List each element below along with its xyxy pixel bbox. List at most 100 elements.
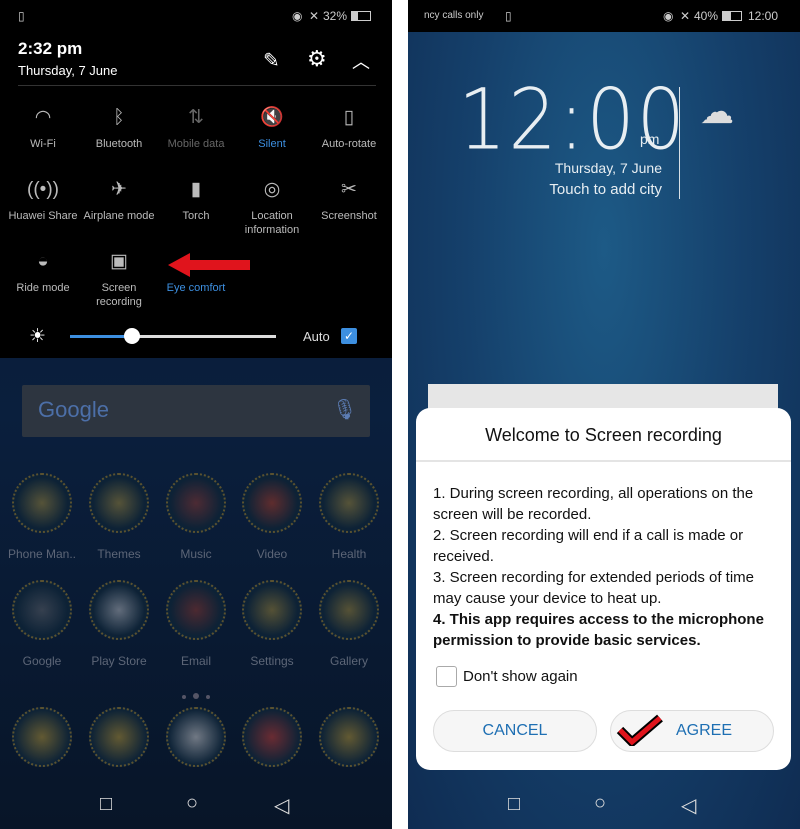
- screenshot-icon: ✂: [341, 179, 357, 200]
- dont-show-checkbox[interactable]: [436, 666, 457, 687]
- page-dot[interactable]: [206, 695, 210, 699]
- app-icon-image: [89, 473, 149, 533]
- app-label: Email: [180, 654, 211, 668]
- tile-bluetooth[interactable]: ᛒ Bluetooth: [81, 105, 157, 151]
- tile-label: Bluetooth: [95, 138, 143, 150]
- home-button[interactable]: ○: [186, 792, 198, 815]
- mute-icon: ✕: [680, 9, 691, 23]
- left-phone-screen: ▯ ◉ ✕ 32% 2:32 pm Thursday, 7 June ✎ ⚙ ︿…: [0, 0, 392, 829]
- red-arrow-annotation: [168, 253, 250, 277]
- dock-phone[interactable]: [4, 707, 80, 767]
- status-time: 12:00: [748, 9, 779, 23]
- airplane-icon: ✈: [111, 179, 127, 200]
- mic-icon[interactable]: 🎙: [332, 397, 357, 422]
- divider: [18, 85, 376, 86]
- bluetooth-icon: ᛒ: [113, 107, 125, 128]
- tile-ride-mode[interactable]: ◒ Ride mode: [5, 249, 81, 295]
- battery-icon: [351, 11, 371, 21]
- app-icon-gallery[interactable]: Gallery: [311, 580, 387, 668]
- recents-button[interactable]: □: [100, 793, 112, 816]
- chevron-up-icon[interactable]: ︿: [352, 48, 370, 74]
- tile-label: Ride mode: [16, 282, 70, 294]
- dock-icon-image: [89, 707, 149, 767]
- app-icon-email[interactable]: Email: [158, 580, 234, 668]
- back-button[interactable]: ◁: [274, 793, 289, 818]
- tile-label: Screen recording: [96, 282, 142, 308]
- page-dot[interactable]: [182, 695, 186, 699]
- dock-icon-image: [166, 707, 226, 767]
- app-label: Phone Man..: [7, 547, 77, 561]
- red-check-annotation: [616, 714, 663, 746]
- dialog-bold-line: 4. This app requires access to the micro…: [433, 611, 764, 649]
- tile-label: Silent: [258, 138, 286, 150]
- recents-button[interactable]: □: [508, 793, 520, 816]
- dock-icon-image: [242, 707, 302, 767]
- time: 2:32 pm: [18, 39, 83, 58]
- tile-screen-recording[interactable]: ▣ Screen recording: [81, 249, 157, 309]
- add-city-link[interactable]: Touch to add city: [549, 181, 662, 198]
- dock-camera[interactable]: [311, 707, 387, 767]
- back-button[interactable]: ◁: [681, 793, 696, 818]
- battery-percent: 40%: [694, 9, 719, 23]
- app-icon-themes[interactable]: Themes: [81, 473, 157, 561]
- tile-label: Airplane mode: [83, 210, 155, 222]
- lock-clock: 12:00: [458, 70, 688, 169]
- carrier-text: ncy calls only: [424, 10, 484, 21]
- lock-date: Thursday, 7 June: [554, 160, 662, 176]
- dock-messages[interactable]: [81, 707, 157, 767]
- home-button[interactable]: ○: [594, 792, 606, 815]
- tile-mobile-data[interactable]: ⇅ Mobile data: [158, 105, 234, 151]
- dock-app-drawer[interactable]: [158, 707, 234, 767]
- app-icon-music[interactable]: Music: [158, 473, 234, 561]
- cancel-button[interactable]: CANCEL: [433, 710, 597, 752]
- auto-brightness-checkbox[interactable]: ✓: [341, 328, 357, 344]
- tile-wi-fi[interactable]: ◠ Wi-Fi: [5, 105, 81, 151]
- sim-alert-icon: ▯: [18, 9, 25, 23]
- auto-rotate-icon: ▯: [343, 107, 355, 128]
- app-label: Health: [331, 547, 367, 561]
- tile-airplane-mode[interactable]: ✈ Airplane mode: [81, 177, 157, 223]
- app-icon-play-store[interactable]: Play Store: [81, 580, 157, 668]
- partly-cloudy-icon[interactable]: ☁: [700, 92, 734, 132]
- app-label: Video: [256, 547, 288, 561]
- dock-chrome[interactable]: [234, 707, 310, 767]
- app-icon-phone-man-[interactable]: Phone Man..: [4, 473, 80, 561]
- dock-icon-image: [319, 707, 379, 767]
- silent-icon: 🔇: [260, 107, 284, 128]
- tile-label: Screenshot: [321, 210, 377, 222]
- tile-screenshot[interactable]: ✂ Screenshot: [311, 177, 387, 223]
- eye-icon: ◉: [663, 9, 674, 23]
- tile-label: Mobile data: [167, 138, 225, 150]
- app-icon-image: [242, 580, 302, 640]
- gear-icon[interactable]: ⚙: [307, 46, 327, 72]
- app-icon-image: [319, 473, 379, 533]
- app-icon-image: [166, 580, 226, 640]
- page-dot[interactable]: [193, 693, 199, 699]
- huawei-share-icon: ((•)): [27, 179, 59, 200]
- app-label: Settings: [250, 654, 294, 668]
- google-search-bar[interactable]: Google 🎙: [22, 385, 370, 437]
- app-icon-video[interactable]: Video: [234, 473, 310, 561]
- tile-huawei-share[interactable]: ((•)) Huawei Share: [5, 177, 81, 223]
- battery-percent: 32%: [323, 9, 348, 23]
- dialog-line: 1. During screen recording, all operatio…: [433, 485, 754, 523]
- tile-silent[interactable]: 🔇 Silent: [234, 105, 310, 151]
- edit-icon[interactable]: ✎: [263, 48, 280, 73]
- app-icon-image: [166, 473, 226, 533]
- tile-torch[interactable]: ▮ Torch: [158, 177, 234, 223]
- tile-label: Location information: [244, 210, 300, 236]
- status-bar: ncy calls only ▯ ◉ ✕ 40% 12:00: [408, 0, 800, 32]
- dialog-line: 2. Screen recording will end if a call i…: [433, 527, 744, 565]
- app-icon-health[interactable]: Health: [311, 473, 387, 561]
- wifi-icon: ◠: [34, 107, 52, 128]
- app-icon-google[interactable]: Google: [4, 580, 80, 668]
- app-icon-image: [12, 580, 72, 640]
- tile-auto-rotate[interactable]: ▯ Auto-rotate: [311, 105, 387, 151]
- app-icon-settings[interactable]: Settings: [234, 580, 310, 668]
- ride-mode-icon: ◒: [37, 251, 49, 272]
- brightness-slider[interactable]: [70, 328, 276, 344]
- dont-show-label: Don't show again: [463, 668, 578, 685]
- app-label: Gallery: [329, 654, 368, 668]
- battery-icon: [722, 11, 742, 21]
- tile-location-information[interactable]: ◎ Location information: [234, 177, 310, 237]
